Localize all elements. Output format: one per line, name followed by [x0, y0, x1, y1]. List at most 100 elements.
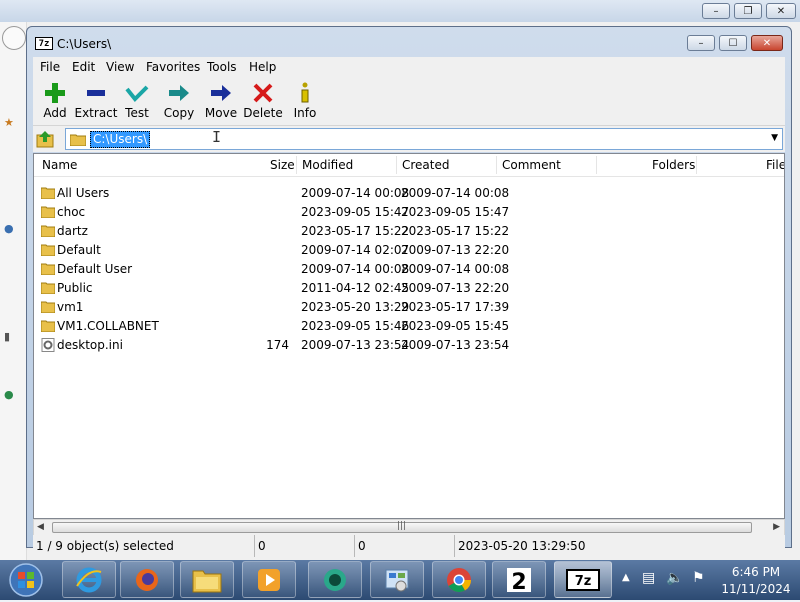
up-folder-button[interactable] [35, 129, 57, 149]
column-divider[interactable] [496, 156, 497, 174]
taskbar-button-chrome[interactable] [432, 561, 486, 598]
table-row[interactable]: dartz 2023-05-17 15:22 2023-05-17 15:22 [34, 222, 784, 241]
table-row[interactable]: VM1.COLLABNET 2023-09-05 15:46 2023-09-05 … [34, 317, 784, 336]
system-tray: ▲ ▤ 🔈 ⚑ 6:46 PM 11/11/2024 [616, 560, 800, 600]
menu-tools[interactable]: Tools [207, 60, 237, 74]
column-divider[interactable] [696, 156, 697, 174]
test-button[interactable]: Test [115, 79, 159, 123]
bg-maximize-button[interactable]: ❐ [734, 3, 762, 19]
taskbar-button-app-2[interactable]: 2 [492, 561, 546, 598]
address-input[interactable]: C:\Users\ ▼ [65, 128, 783, 150]
column-size[interactable]: Size [270, 158, 295, 172]
scrollbar-thumb[interactable]: ||| [52, 521, 752, 533]
move-button[interactable]: Move [199, 79, 243, 123]
address-value: C:\Users\ [90, 131, 151, 148]
minimize-button[interactable]: – [687, 35, 715, 51]
column-files[interactable]: File [766, 158, 784, 172]
control-panel-icon [383, 566, 411, 594]
taskbar-button-explorer[interactable] [180, 561, 234, 598]
volume-muted-icon[interactable]: 🔈 [666, 570, 683, 586]
column-folders[interactable]: Folders [652, 158, 695, 172]
menu-favorites[interactable]: Favorites [146, 60, 200, 74]
column-divider[interactable] [396, 156, 397, 174]
clock-date[interactable]: 11/11/2024 [716, 582, 796, 596]
table-row[interactable]: Default 2009-07-14 02:07 2009-07-13 22:20 [34, 241, 784, 260]
copy-label: Copy [163, 106, 195, 120]
row-icon [40, 300, 56, 316]
row-created: 2009-07-13 23:54 [401, 338, 510, 352]
move-arrow-icon [211, 85, 231, 101]
row-modified: 2023-05-17 15:22 [301, 224, 410, 238]
clock-time[interactable]: 6:46 PM [716, 565, 796, 579]
network-icon[interactable]: ▤ [642, 570, 655, 586]
bg-round-button-icon [2, 26, 26, 50]
window-title: C:\Users\ [57, 37, 112, 51]
media-player-icon [255, 566, 283, 594]
row-icon [41, 338, 55, 355]
taskbar-button-7zip[interactable]: 7z [554, 561, 612, 598]
taskbar-button-control-panel[interactable] [370, 561, 424, 598]
column-name[interactable]: Name [42, 158, 77, 172]
app-bubble-icon [320, 566, 350, 594]
taskbar-button-firefox[interactable] [120, 561, 174, 598]
horizontal-scrollbar[interactable]: ◀ ||| ▶ [33, 519, 785, 536]
close-button[interactable]: ✕ [751, 35, 783, 51]
row-name: desktop.ini [57, 338, 123, 352]
table-row[interactable]: vm1 2023-05-20 13:29 2023-05-17 17:39 [34, 298, 784, 317]
bg-close-button[interactable]: ✕ [766, 3, 796, 19]
menu-view[interactable]: View [106, 60, 134, 74]
row-name: choc [57, 205, 86, 219]
firefox-icon [133, 566, 161, 594]
column-comment[interactable]: Comment [502, 158, 561, 172]
taskbar-button-ie[interactable] [62, 561, 116, 598]
column-created[interactable]: Created [402, 158, 450, 172]
maximize-button[interactable]: ☐ [719, 35, 747, 51]
menu-file[interactable]: File [40, 60, 60, 74]
taskbar-button-app-bubble[interactable] [308, 561, 362, 598]
table-row[interactable]: Default User 2009-07-14 00:08 2009-07-14 0… [34, 260, 784, 279]
table-row[interactable]: desktop.ini 174 2009-07-13 23:54 2009-07-13… [34, 336, 784, 355]
column-divider[interactable] [296, 156, 297, 174]
bg-globe-icon: ● [4, 388, 14, 401]
bg-minimize-button[interactable]: – [702, 3, 730, 19]
table-row[interactable]: Public 2011-04-12 02:45 2009-07-13 22:20 [34, 279, 784, 298]
scroll-grip-icon: ||| [397, 521, 407, 531]
move-label: Move [204, 106, 238, 120]
row-name: Default User [57, 262, 133, 276]
column-divider[interactable] [596, 156, 597, 174]
titlebar[interactable]: 7z C:\Users\ – ☐ ✕ [27, 27, 791, 57]
delete-button[interactable]: Delete [241, 79, 285, 123]
row-name: dartz [57, 224, 88, 238]
action-center-flag-icon[interactable]: ⚑ [692, 570, 705, 586]
add-button[interactable]: Add [33, 79, 77, 123]
info-button[interactable]: Info [283, 79, 327, 123]
ie-icon [75, 566, 103, 594]
row-created: 2009-07-13 22:20 [401, 281, 510, 295]
background-titlebar: – ❐ ✕ [0, 0, 800, 22]
row-modified: 2009-07-13 23:54 [301, 338, 410, 352]
row-created: 2023-09-05 15:47 [401, 205, 510, 219]
folder-icon [40, 206, 56, 219]
extract-button[interactable]: Extract [74, 79, 118, 123]
table-row[interactable]: choc 2023-09-05 15:47 2023-09-05 15:47 [34, 203, 784, 222]
taskbar-button-media-player[interactable] [242, 561, 296, 598]
tray-expand-icon[interactable]: ▲ [622, 572, 630, 583]
menu-edit[interactable]: Edit [72, 60, 95, 74]
row-icon [40, 186, 56, 202]
menu-help[interactable]: Help [249, 60, 276, 74]
folder-icon [40, 187, 56, 200]
table-row[interactable]: All Users 2009-07-14 00:08 2009-07-14 00:0… [34, 184, 784, 203]
row-modified: 2009-07-14 02:07 [301, 243, 410, 257]
copy-button[interactable]: Copy [157, 79, 201, 123]
address-dropdown-icon[interactable]: ▼ [771, 133, 778, 143]
start-button[interactable] [4, 561, 48, 599]
background-left-panel: ★ ● ▮ ● [0, 22, 27, 560]
folder-icon [40, 282, 56, 295]
folder-icon [70, 134, 86, 146]
row-created: 2009-07-13 22:20 [401, 243, 510, 257]
column-modified[interactable]: Modified [302, 158, 353, 172]
scroll-right-icon[interactable]: ▶ [773, 522, 780, 532]
info-label: Info [293, 106, 317, 120]
scroll-left-icon[interactable]: ◀ [37, 522, 44, 532]
bg-star-icon: ★ [4, 116, 14, 129]
